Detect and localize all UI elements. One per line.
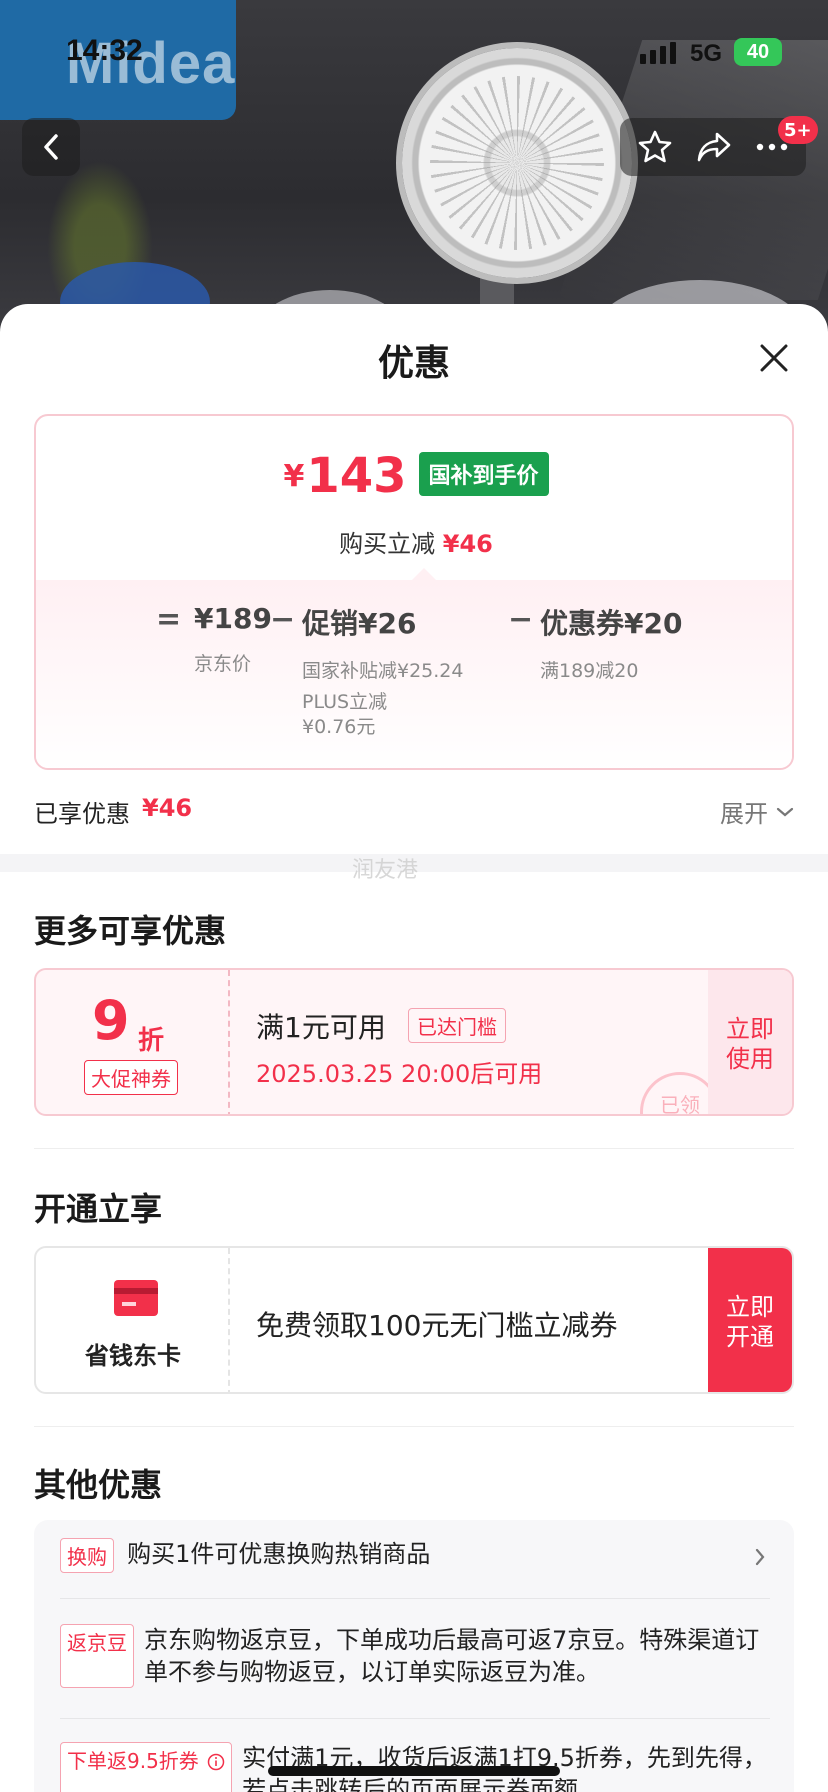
info-icon: [207, 1753, 225, 1771]
coupon-col: 优惠券¥20 满189减20: [540, 602, 682, 684]
divider: [60, 1718, 770, 1719]
activate-label-2: 开通: [726, 1323, 774, 1351]
jd-price-label: 京东价: [194, 653, 252, 675]
divider: [34, 1148, 794, 1149]
national-subsidy-detail: 国家补贴减¥25.24: [302, 660, 464, 682]
enjoyed-value: ¥46: [142, 794, 193, 822]
price-breakdown-card: ¥ 143 国补到手价 购买立减 ¥46 = ¥189 京东价 − 促销¥26 …: [34, 414, 794, 770]
activate-now-button[interactable]: 立即 开通: [708, 1248, 792, 1392]
subsidy-tag: 国补到手价: [418, 452, 549, 496]
coupon-valid-time: 2025.03.25 20:00后可用: [256, 1060, 543, 1088]
activate-label-1: 立即: [726, 1293, 774, 1321]
network-type: 5G: [690, 40, 723, 67]
coupon-value: 优惠券¥20: [540, 607, 683, 640]
offer-tag[interactable]: 下单返9.5折券: [60, 1742, 233, 1792]
promo-col: 促销¥26 国家补贴减¥25.24 PLUS立减 ¥0.76元: [302, 602, 463, 740]
other-offers-list: 换购 购买1件可优惠换购热销商品 返京豆 京东购物返京豆，下单成功后最高可返7京…: [34, 1520, 794, 1792]
discount-sheet: 优惠 ¥ 143 国补到手价 购买立减 ¥46 = ¥189 京东价 − 促销¥…: [0, 304, 828, 1792]
offer-text: 京东购物返京豆，下单成功后最高可返7京豆。特殊渠道订单不参与购物返豆，以订单实际…: [144, 1626, 760, 1686]
status-bar: 14:32 5G 40: [0, 0, 828, 100]
other-offers-title: 其他优惠: [34, 1466, 163, 1504]
offer-tag: 返京豆: [60, 1624, 134, 1688]
minus-sign: −: [508, 602, 534, 637]
expand-label: 展开: [720, 800, 768, 828]
membership-desc: 免费领取100元无门槛立减券: [256, 1309, 618, 1342]
list-item-exchange[interactable]: 换购 购买1件可优惠换购热销商品: [60, 1538, 770, 1578]
watermark: 润友港: [352, 858, 419, 883]
threshold-reached-badge: 已达门槛: [408, 1008, 506, 1043]
jd-price-col: ¥189 京东价: [194, 602, 272, 677]
chevron-down-icon: [776, 807, 794, 816]
reduce-value: ¥46: [442, 530, 493, 558]
divider: [60, 1598, 770, 1599]
use-now-label-2: 使用: [726, 1045, 774, 1073]
jd-price: ¥189: [194, 602, 272, 635]
chevron-right-icon: [755, 1548, 765, 1566]
status-time: 14:32: [66, 34, 143, 67]
currency-symbol: ¥: [283, 459, 305, 494]
fan-grill-image: [430, 76, 604, 250]
battery-level: 40: [746, 40, 770, 63]
coupon-card: 9 折 大促神券 满1元可用 已达门槛 2025.03.25 20:00后可用 …: [34, 968, 794, 1116]
list-item-jingdou: 返京豆 京东购物返京豆，下单成功后最高可返7京豆。特殊渠道订单不参与购物返豆，以…: [60, 1624, 770, 1688]
reduce-label: 购买立减: [339, 530, 436, 558]
equal-sign: =: [156, 602, 182, 637]
enjoyed-discount-row: 已享优惠 ¥46 展开: [34, 792, 794, 828]
battery-icon: 40: [734, 38, 782, 66]
back-button[interactable]: [22, 118, 80, 176]
coupon-rate: 9: [92, 989, 130, 1052]
expand-button[interactable]: 展开: [720, 794, 794, 829]
membership-title: 开通立享: [34, 1190, 163, 1228]
close-icon[interactable]: [754, 338, 794, 378]
credit-card-icon: [114, 1280, 158, 1316]
enjoyed-label: 已享优惠: [34, 800, 130, 828]
membership-card: 省钱东卡 免费领取100元无门槛立减券 立即 开通: [34, 1246, 794, 1394]
share-icon[interactable]: [695, 130, 733, 164]
membership-left: 省钱东卡: [36, 1248, 230, 1392]
use-now-label-1: 立即: [726, 1015, 774, 1043]
minus-sign: −: [270, 602, 296, 637]
coupon-condition: 满1元可用: [256, 1011, 386, 1044]
plus-detail: PLUS立减 ¥0.76元: [302, 690, 463, 740]
offer-tag-label: 下单返9.5折券: [67, 1749, 199, 1773]
coupon-unit: 折: [138, 1026, 165, 1056]
reduce-row: 购买立减 ¥46: [36, 524, 792, 559]
message-badge: 5+: [778, 116, 818, 144]
plus-detail-value: ¥0.76元: [302, 716, 376, 738]
promo-value: 促销¥26: [302, 607, 417, 640]
home-indicator: [268, 1766, 560, 1776]
chevron-left-icon: [44, 134, 58, 160]
more-offers-title: 更多可享优惠: [34, 912, 227, 950]
coupon-kind: 大促神券: [84, 1060, 178, 1095]
offer-tag: 换购: [60, 1538, 114, 1573]
sheet-title: 优惠: [377, 343, 450, 384]
coupon-left: 9 折 大促神券: [36, 970, 230, 1114]
star-icon[interactable]: [637, 129, 673, 165]
use-now-button[interactable]: 立即 使用: [708, 970, 792, 1114]
plus-detail-label: PLUS立减: [302, 691, 388, 713]
offer-text: 购买1件可优惠换购热销商品: [127, 1540, 431, 1568]
signal-icon: [640, 42, 676, 64]
final-price-row: ¥ 143 国补到手价: [36, 448, 792, 504]
card-notch: [410, 568, 438, 582]
more-icon[interactable]: [755, 142, 789, 152]
final-price: 143: [306, 448, 407, 504]
coupon-detail: 满189减20: [540, 660, 639, 682]
divider: [34, 1426, 794, 1427]
membership-name: 省钱东卡: [85, 1342, 181, 1370]
